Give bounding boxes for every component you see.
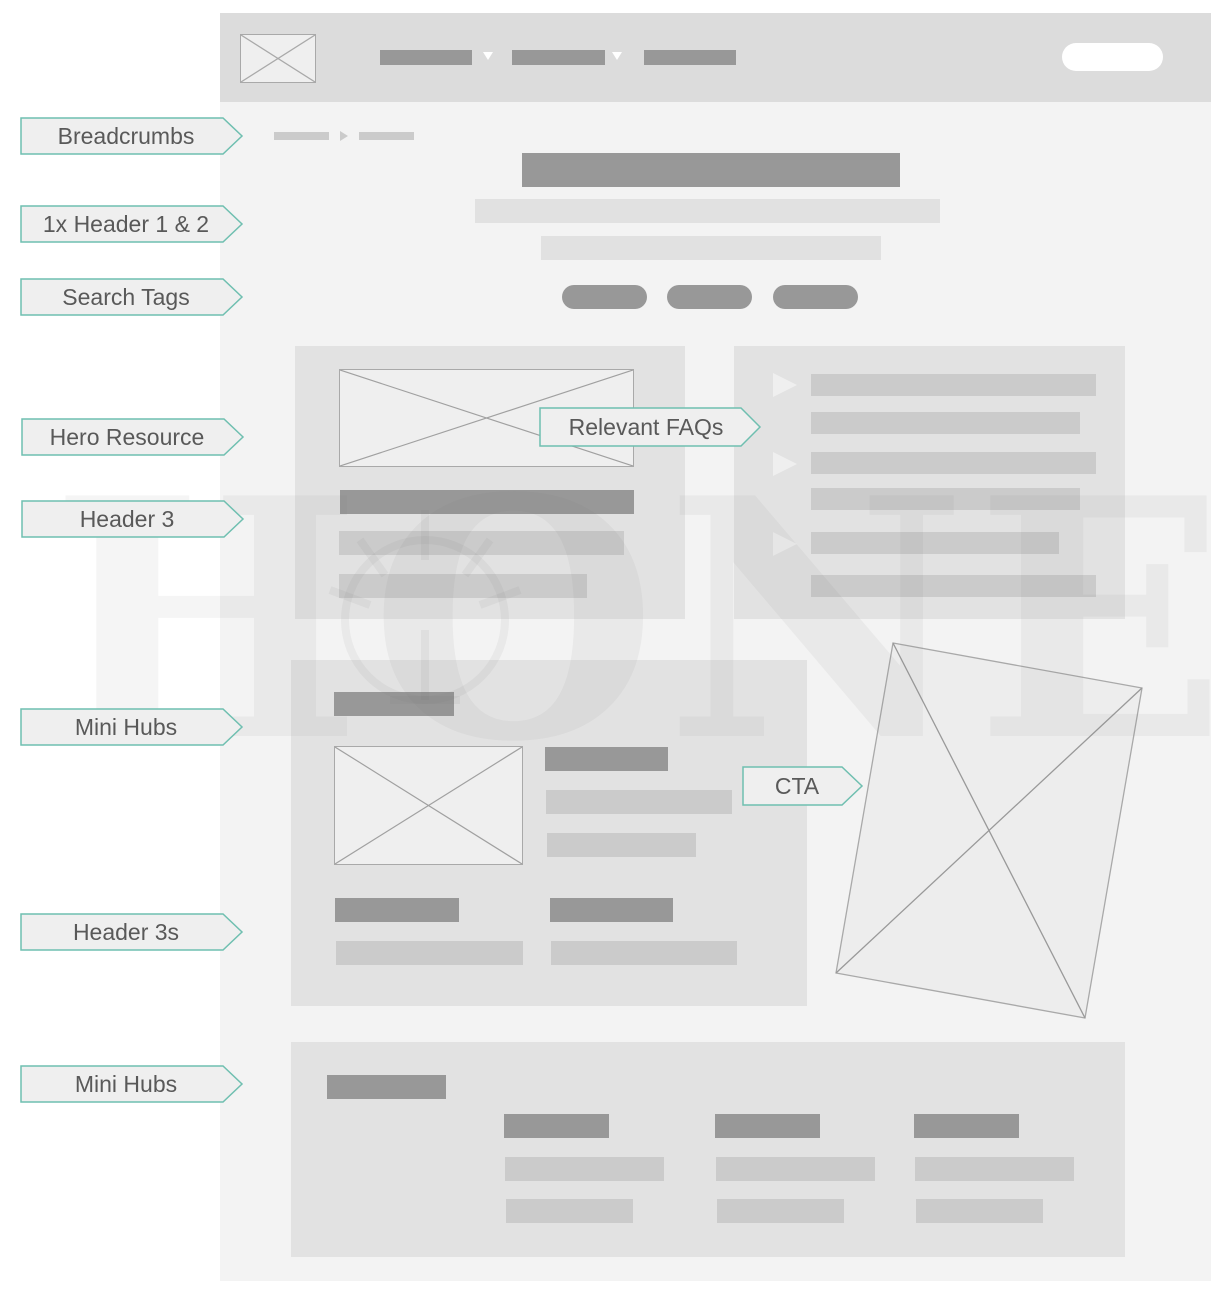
mini-hub-image-placeholder[interactable] <box>334 746 523 865</box>
search-tag[interactable] <box>667 285 752 309</box>
breadcrumb-separator-icon <box>340 131 348 141</box>
annotation-mini-hubs: Mini Hubs <box>20 708 244 746</box>
annotation-mini-hubs-bottom: Mini Hubs <box>20 1065 244 1103</box>
bottom-hub-col-2-text-1 <box>716 1157 875 1181</box>
faq-answer-2 <box>811 488 1080 510</box>
annotation-header-3: Header 3 <box>21 500 245 538</box>
bottom-hub-col-1-text-2 <box>506 1199 633 1223</box>
bottom-hub-col-1-text-1 <box>505 1157 664 1181</box>
breadcrumb-item-2[interactable] <box>359 132 414 140</box>
annotation-breadcrumbs: Breadcrumbs <box>20 117 244 155</box>
faq-question-2[interactable] <box>811 452 1096 474</box>
play-triangle-icon[interactable] <box>773 532 797 556</box>
mini-hub-text-a <box>336 941 523 965</box>
nav-item-3[interactable] <box>644 50 736 65</box>
bottom-hub-col-3-header[interactable] <box>914 1114 1019 1138</box>
annotation-label: Mini Hubs <box>74 1071 178 1097</box>
mini-hub-feature-text-1 <box>546 790 732 814</box>
breadcrumb-item-1[interactable] <box>274 132 329 140</box>
faq-answer-3 <box>811 575 1096 597</box>
annotation-label: Hero Resource <box>49 424 205 450</box>
annotation-relevant-faqs: Relevant FAQs <box>539 407 763 447</box>
annotation-header-3s: Header 3s <box>20 913 244 951</box>
mini-hub-text-b <box>551 941 737 965</box>
search-tag[interactable] <box>773 285 858 309</box>
nav-item-2[interactable] <box>512 50 605 65</box>
cta-image-placeholder[interactable] <box>830 640 1150 1025</box>
image-placeholder-icon <box>335 747 522 864</box>
annotation-label: 1x Header 1 & 2 <box>42 211 210 237</box>
faq-answer-1 <box>811 412 1080 434</box>
search-tag[interactable] <box>562 285 647 309</box>
caret-down-icon[interactable] <box>612 52 622 60</box>
hero-text-line-1 <box>339 531 624 555</box>
annotation-label: Header 3s <box>72 919 180 945</box>
caret-down-icon[interactable] <box>483 52 493 60</box>
annotation-label: Breadcrumbs <box>57 123 195 149</box>
annotation-hero-resource: Hero Resource <box>21 418 245 456</box>
bottom-hub-header <box>327 1075 446 1099</box>
image-placeholder-icon <box>241 35 315 82</box>
annotation-label: Header 3 <box>79 506 175 532</box>
header-2-line-1 <box>475 199 940 223</box>
mini-hubs-header <box>334 692 454 716</box>
annotation-label: CTA <box>774 773 820 799</box>
mini-hub-feature-header[interactable] <box>545 747 668 771</box>
bottom-hub-col-2-text-2 <box>717 1199 844 1223</box>
annotation-search-tags: Search Tags <box>20 278 244 316</box>
bottom-hub-col-1-header[interactable] <box>504 1114 609 1138</box>
mini-hub-header-3-b[interactable] <box>550 898 673 922</box>
faq-question-1[interactable] <box>811 374 1096 396</box>
bottom-hub-col-3-text-1 <box>915 1157 1074 1181</box>
annotation-cta: CTA <box>742 766 864 806</box>
logo-placeholder[interactable] <box>240 34 316 83</box>
header-1-placeholder <box>522 153 900 187</box>
bottom-hub-col-3-text-2 <box>916 1199 1043 1223</box>
nav-search-pill[interactable] <box>1062 43 1163 71</box>
hero-text-line-2 <box>339 574 587 598</box>
nav-item-1[interactable] <box>380 50 472 65</box>
play-triangle-icon[interactable] <box>773 373 797 397</box>
bottom-hub-col-2-header[interactable] <box>715 1114 820 1138</box>
annotation-label: Search Tags <box>62 284 190 310</box>
annotation-label: Mini Hubs <box>74 714 178 740</box>
hero-header-3[interactable] <box>340 490 634 514</box>
annotation-label: Relevant FAQs <box>568 414 724 440</box>
mini-hub-feature-text-2 <box>547 833 696 857</box>
mini-hub-header-3-a[interactable] <box>335 898 459 922</box>
play-triangle-icon[interactable] <box>773 452 797 476</box>
faq-question-3[interactable] <box>811 532 1059 554</box>
annotation-header-1-2: 1x Header 1 & 2 <box>20 205 244 243</box>
header-2-line-2 <box>541 236 881 260</box>
